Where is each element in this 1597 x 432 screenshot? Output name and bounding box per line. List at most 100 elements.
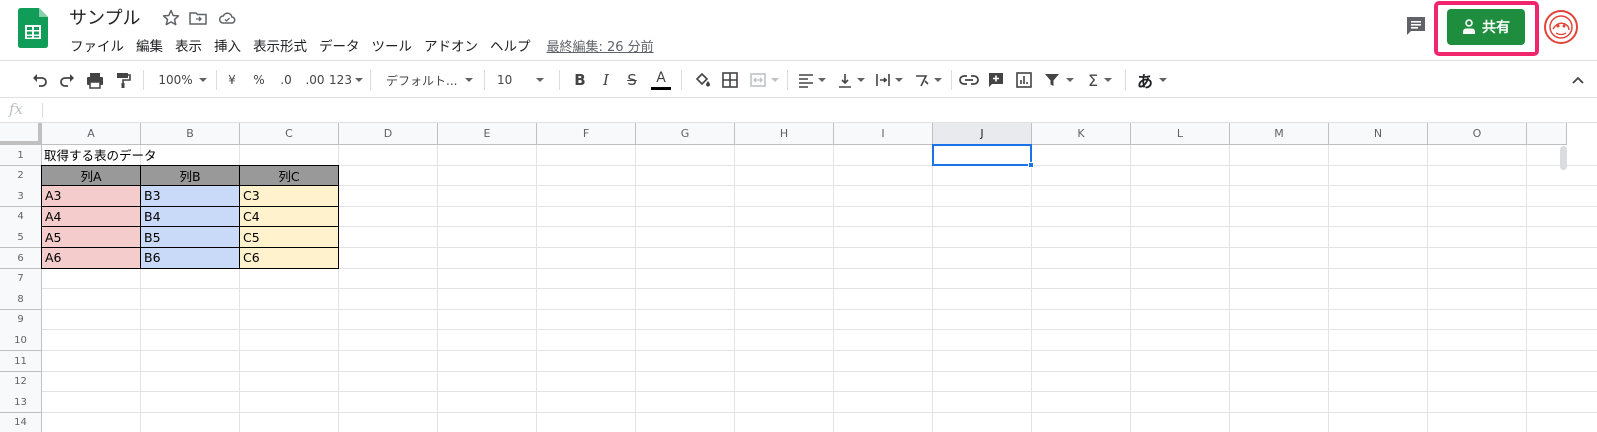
cell-C6[interactable]: C6 (239, 247, 339, 269)
last-edit-link[interactable]: 最終編集: 26 分前 (547, 36, 654, 55)
text-wrapping-icon[interactable] (873, 69, 905, 91)
row-header-9[interactable]: 9 (0, 309, 42, 331)
row-header-1[interactable]: 1 (0, 145, 42, 166)
cell-C4[interactable]: C4 (239, 205, 339, 228)
increase-decimal-button[interactable]: .00 (303, 69, 327, 91)
move-to-folder-icon[interactable] (188, 8, 208, 28)
menu-format[interactable]: 表示形式 (247, 35, 313, 55)
column-header-A[interactable]: A (42, 123, 141, 145)
decrease-decimal-button[interactable]: .0 (276, 69, 296, 91)
currency-format-button[interactable]: ¥ (225, 69, 239, 91)
cell-C5[interactable]: C5 (239, 226, 339, 248)
insert-link-icon[interactable] (959, 69, 979, 91)
column-header-L[interactable]: L (1131, 123, 1230, 145)
menu-file[interactable]: ファイル (64, 35, 130, 55)
sheet-grid: ABCDEFGHIJKLMNO 1 2 3 4 5 6 7 8 9 10 11 12 13 14 取得する… (0, 123, 1597, 432)
row-header-3[interactable]: 3 (0, 186, 42, 208)
row-header-7[interactable]: 7 (0, 268, 42, 290)
column-header-I[interactable]: I (834, 123, 933, 145)
row-header-12[interactable]: 12 (0, 371, 42, 393)
redo-icon[interactable] (57, 69, 77, 91)
column-header-H[interactable]: H (735, 123, 834, 145)
column-header-K[interactable]: K (1032, 123, 1131, 145)
insert-comment-icon[interactable] (986, 69, 1006, 91)
chevron-down-icon (1159, 78, 1167, 82)
more-formats-select[interactable]: 123 (329, 69, 363, 91)
sheets-logo-icon[interactable] (18, 8, 48, 48)
menu-help[interactable]: ヘルプ (484, 35, 537, 55)
column-header-J[interactable]: J (933, 123, 1032, 145)
font-size-select[interactable]: 10 (497, 69, 551, 91)
filter-icon[interactable] (1042, 69, 1076, 91)
functions-button[interactable]: Σ (1085, 69, 1115, 91)
cell-A3[interactable]: A3 (41, 185, 141, 207)
zoom-select[interactable]: 100% (155, 69, 210, 91)
select-all-corner[interactable] (0, 123, 42, 145)
italic-button[interactable]: I (598, 69, 614, 91)
menu-insert[interactable]: 挿入 (208, 35, 247, 55)
cell-B4[interactable]: B4 (140, 205, 240, 228)
row-header-4[interactable]: 4 (0, 206, 42, 228)
column-header-C[interactable]: C (240, 123, 339, 145)
column-header-G[interactable]: G (636, 123, 735, 145)
percent-format-button[interactable]: % (252, 69, 266, 91)
document-title[interactable]: サンプル (69, 4, 140, 30)
menu-edit[interactable]: 編集 (130, 35, 169, 55)
cell-B6[interactable]: B6 (140, 247, 240, 269)
row-header-8[interactable]: 8 (0, 289, 42, 311)
active-cell-selection[interactable] (932, 144, 1032, 166)
merge-cells-icon[interactable] (748, 69, 780, 91)
menu-view[interactable]: 表示 (169, 35, 208, 55)
row-header-10[interactable]: 10 (0, 330, 42, 352)
column-header-N[interactable]: N (1329, 123, 1428, 145)
vertical-align-icon[interactable] (836, 69, 866, 91)
row-header-2[interactable]: 2 (0, 165, 42, 187)
comment-history-icon[interactable] (1404, 14, 1428, 38)
borders-icon[interactable] (720, 69, 740, 91)
cell-A1[interactable]: 取得する表のデータ (41, 144, 239, 166)
star-icon[interactable] (161, 8, 181, 28)
column-header-B[interactable]: B (141, 123, 240, 145)
column-header-F[interactable]: F (537, 123, 636, 145)
vertical-scrollbar[interactable] (1560, 146, 1567, 170)
collapse-toolbar-icon[interactable] (1570, 69, 1586, 91)
cell-A4[interactable]: A4 (41, 205, 141, 228)
horizontal-align-icon[interactable] (797, 69, 827, 91)
text-color-button[interactable]: A (651, 69, 671, 91)
cell-A5[interactable]: A5 (41, 226, 141, 248)
column-header-D[interactable]: D (339, 123, 438, 145)
strikethrough-button[interactable]: S (624, 69, 640, 91)
font-select[interactable]: デフォルト... (386, 69, 474, 91)
row-header-13[interactable]: 13 (0, 392, 42, 414)
print-icon[interactable] (85, 69, 105, 91)
row-header-6[interactable]: 6 (0, 248, 42, 269)
undo-icon[interactable] (30, 69, 50, 91)
cell-B5[interactable]: B5 (140, 226, 240, 248)
fill-handle[interactable] (1028, 161, 1034, 168)
column-header-O[interactable]: O (1428, 123, 1527, 145)
text-rotation-icon[interactable] (912, 69, 944, 91)
column-header-E[interactable]: E (438, 123, 537, 145)
row-header-5[interactable]: 5 (0, 227, 42, 249)
formula-input[interactable] (48, 100, 1548, 120)
row-header-11[interactable]: 11 (0, 351, 42, 372)
menu-tools[interactable]: ツール (366, 35, 419, 55)
cell-C2[interactable]: 列C (239, 164, 339, 187)
menu-addons[interactable]: アドオン (418, 35, 484, 55)
share-button[interactable]: 共有 (1447, 9, 1525, 45)
bold-button[interactable]: B (572, 69, 588, 91)
cell-C3[interactable]: C3 (239, 185, 339, 207)
menu-data[interactable]: データ (313, 35, 366, 55)
fill-color-icon[interactable] (692, 69, 712, 91)
row-header-14[interactable]: 14 (0, 412, 42, 432)
user-avatar[interactable] (1544, 10, 1578, 44)
cloud-status-icon[interactable] (217, 8, 237, 28)
cell-A2[interactable]: 列A (41, 164, 141, 187)
cell-A6[interactable]: A6 (41, 247, 141, 269)
input-tools-button[interactable]: あ (1135, 69, 1169, 91)
paint-format-icon[interactable] (113, 69, 133, 91)
cell-B2[interactable]: 列B (140, 164, 240, 187)
insert-chart-icon[interactable] (1014, 69, 1034, 91)
column-header-M[interactable]: M (1230, 123, 1329, 145)
cell-B3[interactable]: B3 (140, 185, 240, 207)
